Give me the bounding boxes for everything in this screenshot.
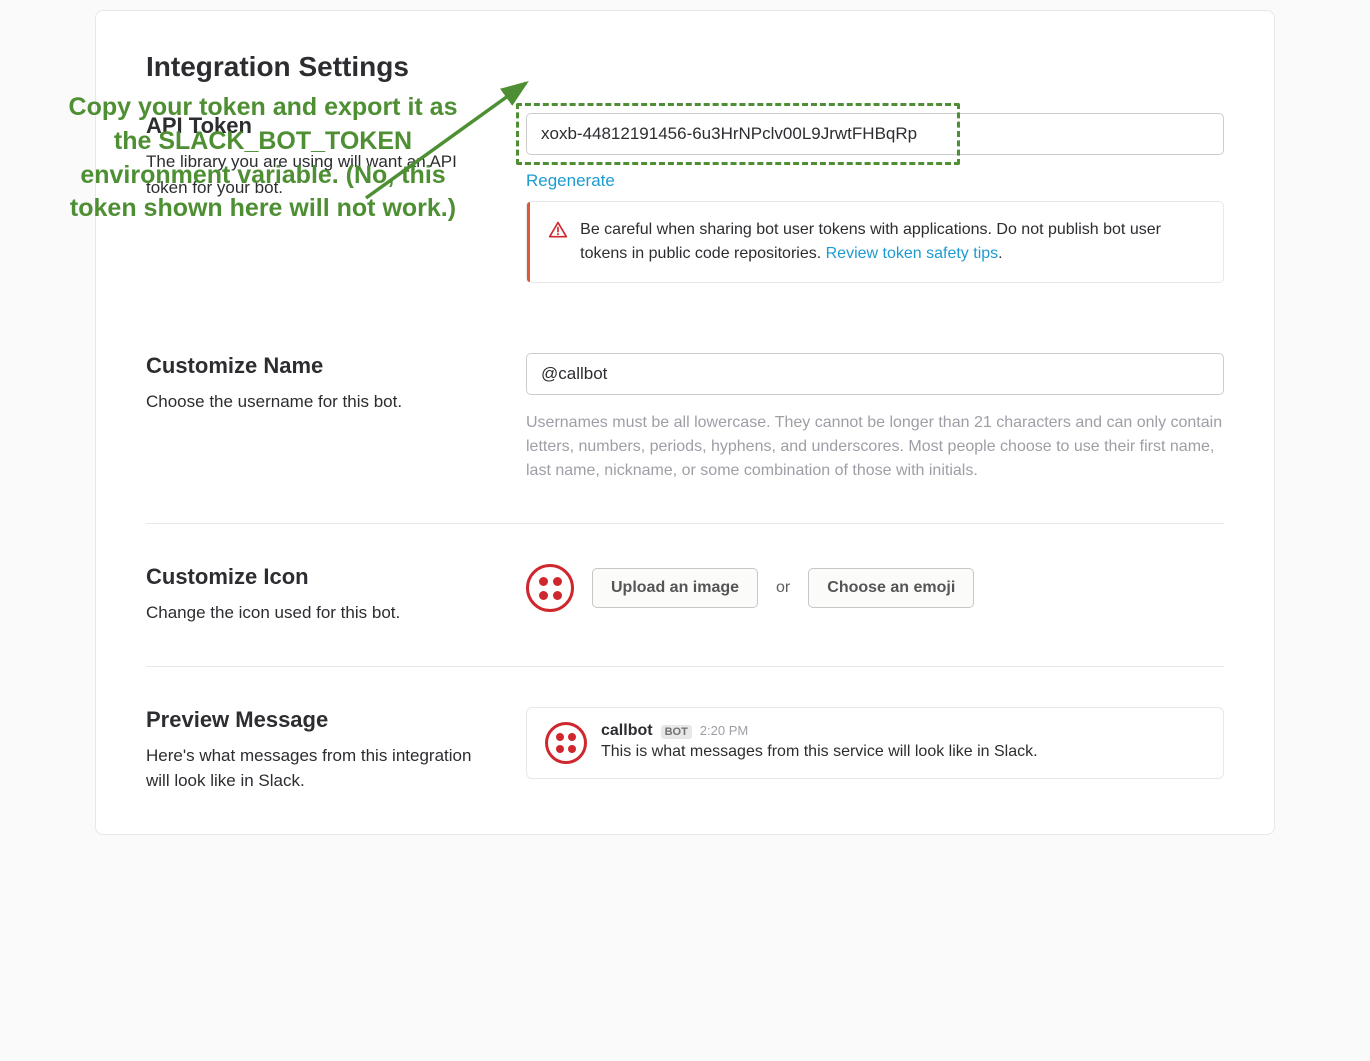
preview-bot-name: callbot bbox=[601, 722, 653, 740]
warning-text: Be careful when sharing bot user tokens … bbox=[580, 218, 1205, 266]
preview-time: 2:20 PM bbox=[700, 723, 748, 738]
bot-avatar-icon bbox=[526, 564, 574, 612]
upload-image-button[interactable]: Upload an image bbox=[592, 568, 758, 608]
username-hint: Usernames must be all lowercase. They ca… bbox=[526, 411, 1224, 483]
api-token-description: The library you are using will want an A… bbox=[146, 149, 486, 200]
warning-text-after: . bbox=[998, 245, 1002, 262]
choose-emoji-button[interactable]: Choose an emoji bbox=[808, 568, 974, 608]
username-input[interactable] bbox=[526, 353, 1224, 395]
regenerate-link[interactable]: Regenerate bbox=[526, 171, 615, 191]
preview-message-box: callbot BOT 2:20 PM This is what message… bbox=[526, 707, 1224, 779]
api-token-input[interactable] bbox=[526, 113, 1224, 155]
page-title: Integration Settings bbox=[146, 51, 1224, 83]
preview-bot-badge: BOT bbox=[661, 725, 692, 739]
api-token-heading: API Token bbox=[146, 113, 486, 139]
settings-panel: Integration Settings Copy your token and… bbox=[95, 10, 1275, 835]
section-customize-name: Customize Name Choose the username for t… bbox=[146, 353, 1224, 483]
section-customize-icon: Customize Icon Change the icon used for … bbox=[146, 523, 1224, 626]
customize-icon-description: Change the icon used for this bot. bbox=[146, 600, 486, 626]
preview-heading: Preview Message bbox=[146, 707, 486, 733]
review-token-safety-link[interactable]: Review token safety tips bbox=[826, 245, 999, 262]
preview-message-text: This is what messages from this service … bbox=[601, 743, 1038, 761]
customize-name-heading: Customize Name bbox=[146, 353, 486, 379]
section-preview: Preview Message Here's what messages fro… bbox=[146, 666, 1224, 794]
warning-icon bbox=[548, 220, 568, 240]
preview-description: Here's what messages from this integrati… bbox=[146, 743, 486, 794]
preview-bot-avatar-icon bbox=[545, 722, 587, 764]
customize-icon-heading: Customize Icon bbox=[146, 564, 486, 590]
customize-name-description: Choose the username for this bot. bbox=[146, 389, 486, 415]
section-api-token: API Token The library you are using will… bbox=[146, 113, 1224, 283]
or-label: or bbox=[776, 579, 790, 597]
warning-callout: Be careful when sharing bot user tokens … bbox=[526, 201, 1224, 283]
